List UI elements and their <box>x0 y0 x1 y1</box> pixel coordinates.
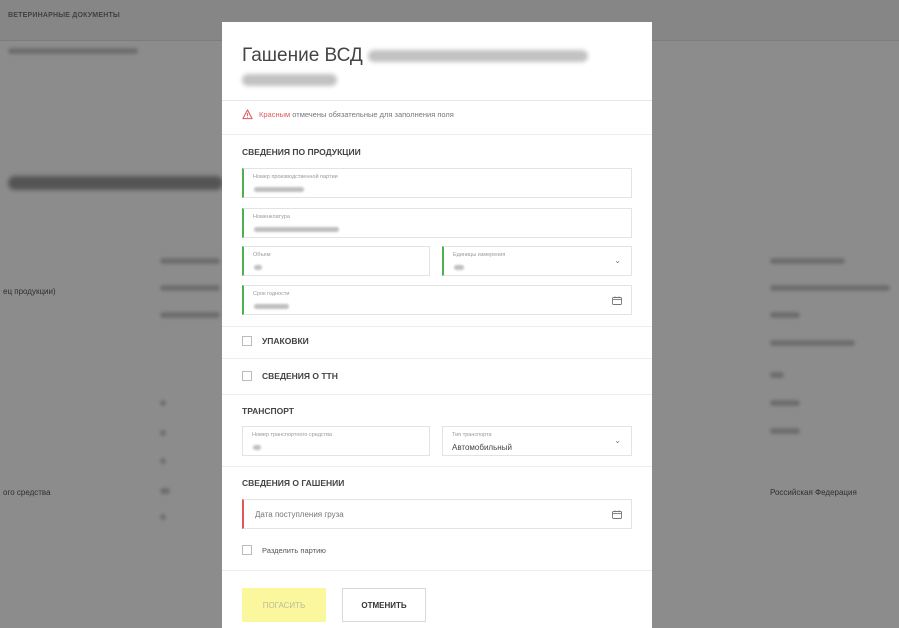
batch-number-field[interactable]: Номер производственной партии <box>242 168 632 198</box>
unit-value-redacted <box>454 265 464 270</box>
nomenclature-field[interactable]: Номенклатура <box>242 208 632 238</box>
transport-type-value: Автомобильный <box>452 443 512 452</box>
nomenclature-value-redacted <box>254 227 339 232</box>
divider <box>222 358 652 359</box>
vehicle-number-label: Номер транспортного средства <box>252 432 333 438</box>
calendar-icon[interactable] <box>612 296 622 305</box>
divider <box>222 466 652 467</box>
product-section-title: СВЕДЕНИЯ ПО ПРОДУКЦИИ <box>242 147 361 157</box>
warning-triangle-icon <box>242 109 253 120</box>
ttn-label: СВЕДЕНИЯ О ТТН <box>262 371 338 381</box>
expiry-date-field[interactable]: Срок годности <box>242 285 632 315</box>
packaging-label: УПАКОВКИ <box>262 336 309 346</box>
volume-label: Объем <box>253 252 271 258</box>
notice-highlight: Красным <box>259 110 291 119</box>
modal-title: Гашение ВСД <box>242 44 589 92</box>
expiry-label: Срок годности <box>253 291 290 297</box>
ttn-checkbox[interactable] <box>242 371 252 381</box>
redemption-section-title: СВЕДЕНИЯ О ГАШЕНИИ <box>242 478 345 488</box>
transport-type-select[interactable]: Тип транспорта Автомобильный ⌄ <box>442 426 632 456</box>
notice-text: отмечены обязательные для заполнения пол… <box>292 110 454 119</box>
vehicle-number-field[interactable]: Номер транспортного средства <box>242 426 430 456</box>
expiry-value-redacted <box>254 304 289 309</box>
divider <box>222 394 652 395</box>
nomenclature-label: Номенклатура <box>253 214 290 220</box>
packaging-checkbox[interactable] <box>242 336 252 346</box>
submit-button[interactable]: ПОГАСИТЬ <box>242 588 326 622</box>
document-id-redacted <box>368 49 589 62</box>
batch-number-label: Номер производственной партии <box>253 174 338 180</box>
unit-select[interactable]: Единицы измерения ⌄ <box>442 246 632 276</box>
transport-type-label: Тип транспорта <box>452 432 492 438</box>
cancel-button[interactable]: ОТМЕНИТЬ <box>342 588 426 622</box>
split-batch-label: Разделить партию <box>262 545 326 555</box>
modal-header: Гашение ВСД <box>222 22 652 101</box>
unit-label: Единицы измерения <box>453 252 506 258</box>
required-fields-notice: Красным отмечены обязательные для заполн… <box>242 109 454 120</box>
document-id-redacted <box>242 73 337 86</box>
transport-section-title: ТРАНСПОРТ <box>242 406 295 416</box>
vehicle-number-value-redacted <box>253 445 261 450</box>
split-batch-toggle[interactable]: Разделить партию <box>242 545 326 555</box>
volume-value-redacted <box>254 265 262 270</box>
divider <box>222 134 652 135</box>
modal-footer: ПОГАСИТЬ ОТМЕНИТЬ <box>222 570 652 628</box>
ttn-toggle[interactable]: СВЕДЕНИЯ О ТТН <box>242 371 338 381</box>
packaging-toggle[interactable]: УПАКОВКИ <box>242 336 309 346</box>
volume-field[interactable]: Объем <box>242 246 430 276</box>
batch-number-value-redacted <box>254 187 304 192</box>
arrival-date-field[interactable]: Дата поступления груза <box>242 499 632 529</box>
arrival-date-placeholder: Дата поступления груза <box>255 510 344 519</box>
modal-title-text: Гашение ВСД <box>242 45 363 66</box>
split-batch-checkbox[interactable] <box>242 545 252 555</box>
calendar-icon[interactable] <box>612 510 622 519</box>
chevron-down-icon: ⌄ <box>614 436 621 445</box>
chevron-down-icon: ⌄ <box>614 256 621 265</box>
redeem-vsd-modal: Гашение ВСД Красным отмечены обязательны… <box>222 22 652 628</box>
divider <box>222 326 652 327</box>
